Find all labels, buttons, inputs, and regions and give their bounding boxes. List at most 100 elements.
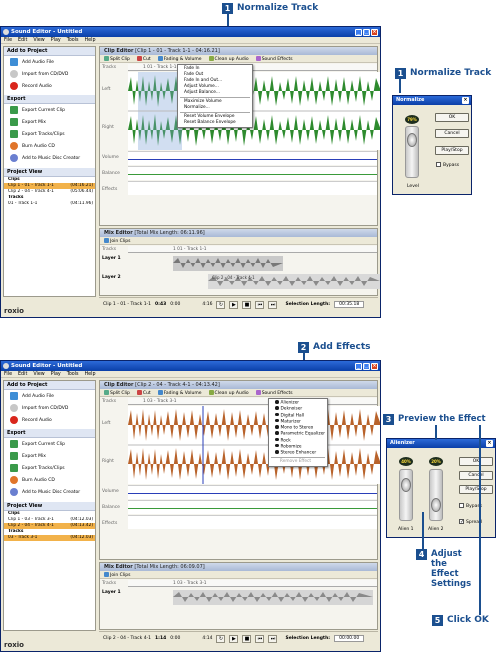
- record-audio-button[interactable]: Record Audio: [4, 414, 95, 426]
- waveform-orange[interactable]: [128, 406, 381, 484]
- close-button[interactable]: ×: [371, 28, 378, 36]
- mix-clip-a[interactable]: [173, 590, 373, 605]
- add-to-music-disc-button[interactable]: Add to Music Disc Creator: [4, 152, 95, 164]
- menu-item-reset-balance[interactable]: Reset Balance Envelope: [178, 120, 252, 126]
- alien-1-slider[interactable]: [399, 469, 413, 521]
- menu-play[interactable]: Play: [51, 37, 61, 43]
- alien-1-thumb[interactable]: [401, 478, 411, 492]
- effects-lane[interactable]: [128, 181, 377, 195]
- sound-effects-button[interactable]: Sound Effects: [255, 389, 293, 396]
- menu-file[interactable]: File: [4, 37, 12, 43]
- menu-view[interactable]: View: [33, 37, 44, 43]
- sound-editor-window: Sound Editor - Untitled _ □ × File Edit Vi…: [0, 26, 381, 318]
- import-cd-button[interactable]: Import from CD/DVD: [4, 402, 95, 414]
- burn-audio-cd-button[interactable]: Burn Audio CD: [4, 474, 95, 486]
- effect-icon: [275, 406, 279, 410]
- minimize-button[interactable]: _: [355, 362, 362, 370]
- volume-lane[interactable]: [128, 151, 377, 165]
- add-to-music-disc-button[interactable]: Add to Music Disc Creator: [4, 486, 95, 498]
- volume-lane[interactable]: [128, 485, 377, 499]
- export-icon: [10, 464, 18, 472]
- menu-item-normalize[interactable]: Normalize...: [178, 105, 252, 111]
- cut-button[interactable]: Cut: [136, 389, 151, 396]
- play-stop-button[interactable]: Play/Stop: [459, 485, 493, 494]
- menu-view[interactable]: View: [33, 371, 44, 377]
- mix-editor: Mix Editor [Total Mix Length: 06:09.07] …: [99, 562, 378, 630]
- menu-item-parametric-eq[interactable]: Parametric Equalizer: [269, 431, 327, 437]
- waveform-green[interactable]: [128, 72, 381, 150]
- record-audio-button[interactable]: Record Audio: [4, 80, 95, 92]
- import-cd-button[interactable]: Import from CD/DVD: [4, 68, 95, 80]
- loop-button[interactable]: ↻: [216, 300, 226, 309]
- export-mix-button[interactable]: Export Mix: [4, 450, 95, 462]
- maximize-button[interactable]: □: [363, 362, 370, 370]
- next-button[interactable]: ⏭: [268, 300, 278, 309]
- prev-button[interactable]: ⏮: [255, 300, 265, 309]
- export-mix-button[interactable]: Export Mix: [4, 116, 95, 128]
- clean-up-audio-button[interactable]: Clean up Audio: [208, 389, 249, 396]
- track-item[interactable]: 01 - Track 1-1 (04:11.96): [4, 201, 95, 207]
- split-clip-button[interactable]: Split Clip: [104, 55, 130, 62]
- ok-button[interactable]: OK: [459, 457, 493, 466]
- bypass-checkbox[interactable]: Bypass: [436, 162, 459, 168]
- effect-icon: [275, 425, 279, 429]
- cut-button[interactable]: Cut: [136, 55, 151, 62]
- mix-ruler[interactable]: 1 03 - Track 3-1: [128, 580, 377, 587]
- maximize-button[interactable]: □: [363, 28, 370, 36]
- menu-help[interactable]: Help: [85, 371, 96, 377]
- cancel-button[interactable]: Cancel: [435, 129, 469, 138]
- join-clips-button[interactable]: Join Clips: [104, 237, 130, 244]
- alien-2-slider[interactable]: [429, 469, 443, 521]
- export-tracks-button[interactable]: Export Tracks/Clips: [4, 128, 95, 140]
- stop-button[interactable]: ■: [242, 634, 252, 643]
- level-slider[interactable]: [405, 126, 419, 178]
- export-header: Export: [4, 95, 95, 104]
- cancel-button[interactable]: Cancel: [459, 471, 493, 480]
- menu-item-stereo-enhancer[interactable]: Stereo Enhancer: [269, 450, 327, 456]
- loop-button[interactable]: ↻: [216, 634, 226, 643]
- close-icon[interactable]: ×: [462, 97, 469, 104]
- join-clips-button[interactable]: Join Clips: [104, 571, 130, 578]
- add-audio-file-button[interactable]: Add Audio File: [4, 390, 95, 402]
- export-tracks-button[interactable]: Export Tracks/Clips: [4, 462, 95, 474]
- menu-tools[interactable]: Tools: [67, 371, 79, 377]
- add-audio-file-button[interactable]: Add Audio File: [4, 56, 95, 68]
- mix-ruler[interactable]: 1 01 - Track 1-1: [128, 246, 377, 253]
- split-clip-button[interactable]: Split Clip: [104, 389, 130, 396]
- export-current-clip-button[interactable]: Export Current Clip: [4, 438, 95, 450]
- ok-button[interactable]: OK: [435, 113, 469, 122]
- export-current-clip-button[interactable]: Export Current Clip: [4, 104, 95, 116]
- lane-label: Balance: [102, 171, 120, 176]
- burn-audio-cd-button[interactable]: Burn Audio CD: [4, 140, 95, 152]
- menu-edit[interactable]: Edit: [18, 37, 27, 43]
- time-start: 0:00: [170, 302, 181, 307]
- prev-button[interactable]: ⏮: [255, 634, 265, 643]
- alien-2-thumb[interactable]: [431, 498, 441, 512]
- menu-item-adjust-balance[interactable]: Adjust Balance...: [178, 90, 252, 96]
- play-button[interactable]: ▶: [229, 634, 239, 643]
- fading-volume-button[interactable]: Fading & Volume: [157, 389, 202, 396]
- balance-lane[interactable]: [128, 166, 377, 180]
- balance-lane[interactable]: [128, 500, 377, 514]
- level-slider-thumb[interactable]: [407, 133, 417, 147]
- close-button[interactable]: ×: [371, 362, 378, 370]
- close-icon[interactable]: ×: [486, 440, 493, 447]
- play-stop-button[interactable]: Play/Stop: [435, 146, 469, 155]
- stop-button[interactable]: ■: [242, 300, 252, 309]
- menu-play[interactable]: Play: [51, 371, 61, 377]
- timeline-ruler[interactable]: 1 03 - Track 3-1: [128, 398, 377, 405]
- sound-effects-button[interactable]: Sound Effects: [255, 55, 293, 62]
- menu-file[interactable]: File: [4, 371, 12, 377]
- clean-up-audio-button[interactable]: Clean up Audio: [208, 55, 249, 62]
- mix-clip-a[interactable]: [173, 256, 283, 271]
- minimize-button[interactable]: _: [355, 28, 362, 36]
- project-view-header: Project View: [4, 168, 95, 177]
- track-item[interactable]: 03 - Track 3-1 (04:12.03): [4, 535, 95, 541]
- effects-lane[interactable]: [128, 515, 377, 529]
- play-button[interactable]: ▶: [229, 300, 239, 309]
- menu-tools[interactable]: Tools: [67, 37, 79, 43]
- next-button[interactable]: ⏭: [268, 634, 278, 643]
- menu-help[interactable]: Help: [85, 37, 96, 43]
- menu-edit[interactable]: Edit: [18, 371, 27, 377]
- fading-volume-button[interactable]: Fading & Volume: [157, 55, 202, 62]
